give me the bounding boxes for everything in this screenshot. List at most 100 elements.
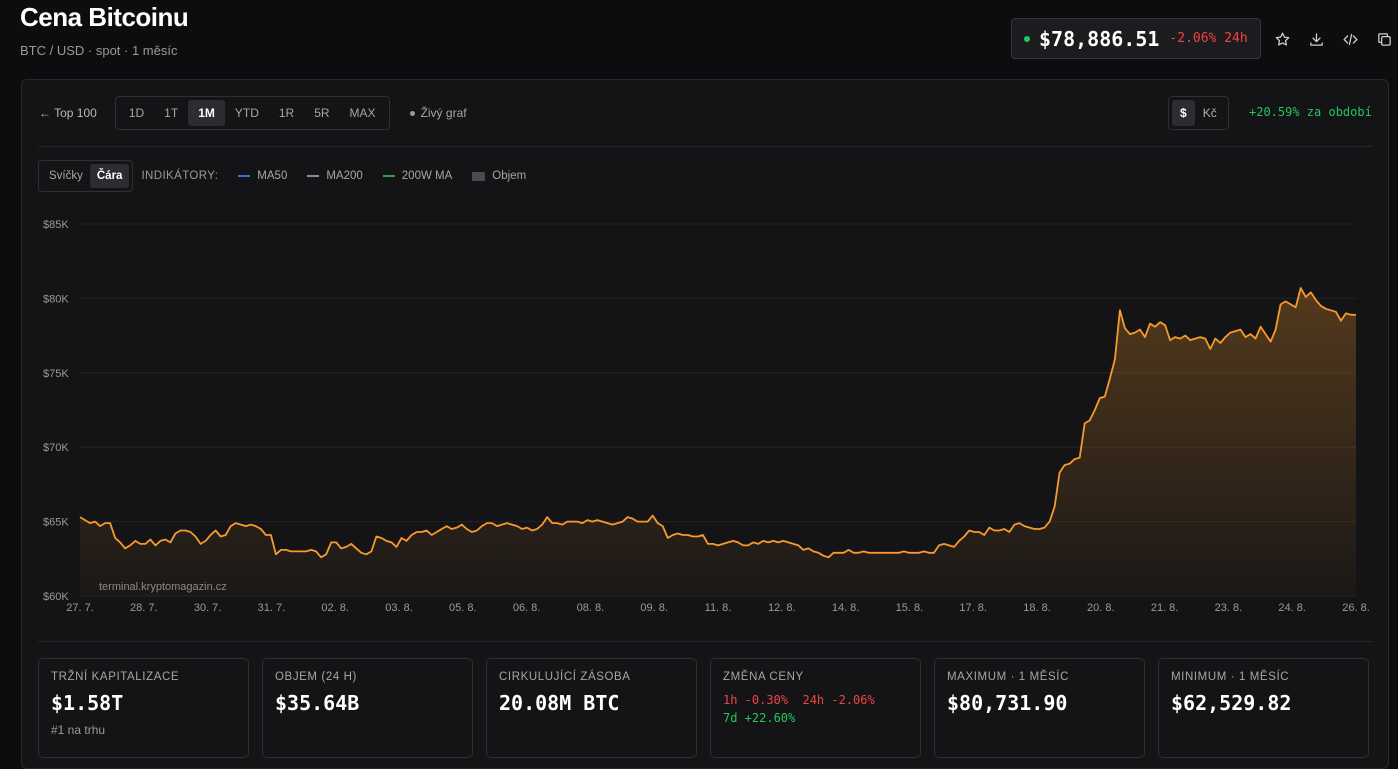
x-tick-label: 31. 7.: [258, 602, 286, 614]
stat-value: $80,731.90: [947, 691, 1068, 715]
range-option-active[interactable]: 1M: [188, 100, 225, 126]
range-option[interactable]: MAX: [340, 100, 386, 126]
embed-code-icon[interactable]: [1339, 28, 1361, 50]
stat-label: TRŽNÍ KAPITALIZACE: [51, 671, 180, 683]
indicator-label: Objem: [492, 170, 527, 182]
live-dot-icon: [409, 110, 415, 116]
x-tick-label: 05. 8.: [449, 602, 477, 614]
indicator-volume[interactable]: Objem: [472, 170, 526, 182]
indicator-label: 200W MA: [401, 170, 453, 182]
200w-ma-swatch: [382, 175, 395, 177]
indicator-ma200[interactable]: MA200: [307, 170, 363, 182]
chart-type-toolbar: Svíčky Čára INDIKÁTORY: MA50 MA200 200W …: [38, 160, 526, 192]
price-chart[interactable]: $60K$65K$70K$75K$80K$85K 27. 7. 28. 7. 30.…: [22, 202, 1388, 617]
x-tick-label: 11. 8.: [705, 602, 732, 614]
ma50-swatch: [238, 175, 251, 177]
indicators-label: INDIKÁTORY:: [141, 170, 219, 182]
x-tick-label: 28. 7.: [130, 602, 158, 614]
chart-watermark: terminal.kryptomagazin.cz: [99, 581, 227, 593]
x-tick-label: 03. 8.: [385, 602, 413, 614]
stats-row: TRŽNÍ KAPITALIZACE $1.58T #1 na trhu OBJ…: [38, 658, 1369, 758]
chart-type-selector: Svíčky Čára: [38, 160, 134, 192]
x-tick-label: 21. 8.: [1151, 602, 1179, 614]
period-change: +20.59% za období: [1249, 105, 1372, 119]
x-tick-label: 23. 8.: [1215, 602, 1243, 614]
change-24h: 24h -2.06%: [802, 693, 875, 707]
y-tick-label: $65K: [43, 517, 69, 529]
header-actions: [1271, 28, 1395, 50]
ma200-swatch: [307, 175, 320, 177]
x-tick-label: 08. 8.: [577, 602, 605, 614]
change-row: 1h -0.30% 24h -2.06% 7d +22.60%: [723, 691, 908, 727]
x-tick-label: 02. 8.: [321, 602, 349, 614]
stat-value: $1.58T: [51, 691, 124, 715]
live-graph-label: Živý graf: [420, 106, 467, 120]
range-option[interactable]: 1D: [119, 100, 154, 126]
x-tick-label: 26. 8.: [1342, 602, 1370, 614]
live-indicator-dot: [1024, 35, 1030, 42]
time-range-selector: 1D 1T 1M YTD 1R 5R MAX: [114, 96, 390, 130]
x-tick-label: 17. 8.: [959, 602, 987, 614]
y-tick-label: $70K: [43, 442, 69, 454]
change-1h: 1h -0.30%: [723, 693, 789, 707]
volume-swatch: [472, 171, 486, 181]
x-tick-label: 20. 8.: [1087, 602, 1115, 614]
stat-volume-24h: OBJEM (24 H) $35.64B: [262, 658, 473, 758]
range-option[interactable]: 5R: [304, 100, 339, 126]
indicator-label: MA200: [326, 170, 363, 182]
currency-usd[interactable]: $: [1172, 100, 1195, 126]
change-7d: 7d +22.60%: [723, 711, 796, 725]
back-to-top100-link[interactable]: ← Top 100: [39, 106, 97, 120]
live-graph-toggle[interactable]: Živý graf: [409, 106, 467, 120]
stat-value: $62,529.82: [1171, 691, 1292, 715]
price-area: [80, 288, 1356, 596]
x-tick-label: 14. 8.: [832, 602, 860, 614]
stat-subtext: #1 na trhu: [51, 723, 106, 737]
stat-value: 20.08M BTC: [499, 691, 620, 715]
divider: [38, 641, 1372, 642]
page-subtitle: BTC / USD · spot · 1 měsíc: [20, 43, 178, 58]
live-price-box: $78,886.51 -2.06% 24h: [1011, 18, 1261, 59]
page-title: Cena Bitcoinu: [20, 2, 189, 32]
range-toolbar: ← Top 100 1D 1T 1M YTD 1R 5R MAX Živý gr…: [39, 96, 467, 130]
currency-czk[interactable]: Kč: [1195, 100, 1225, 126]
chart-type-candles[interactable]: Svíčky: [42, 164, 90, 188]
divider: [38, 146, 1372, 147]
x-tick-label: 24. 8.: [1278, 602, 1306, 614]
copy-icon[interactable]: [1373, 28, 1395, 50]
chart-type-line[interactable]: Čára: [89, 164, 130, 188]
stat-label: MAXIMUM · 1 MĚSÍC: [947, 671, 1070, 683]
stat-min-1m: MINIMUM · 1 MĚSÍC $62,529.82: [1158, 658, 1369, 758]
x-tick-label: 06. 8.: [513, 602, 541, 614]
stat-max-1m: MAXIMUM · 1 MĚSÍC $80,731.90: [934, 658, 1145, 758]
stat-value: $35.64B: [275, 691, 360, 715]
currency-selector: $ Kč: [1168, 96, 1229, 130]
x-tick-label: 15. 8.: [896, 602, 924, 614]
stat-label: ZMĚNA CENY: [723, 671, 804, 683]
current-price: $78,886.51: [1039, 26, 1160, 51]
range-option[interactable]: 1T: [154, 100, 188, 126]
stat-label: MINIMUM · 1 MĚSÍC: [1171, 671, 1290, 683]
indicator-label: MA50: [257, 170, 288, 182]
star-icon[interactable]: [1271, 28, 1293, 50]
x-tick-label: 18. 8.: [1023, 602, 1051, 614]
stat-circulating-supply: CIRKULUJÍCÍ ZÁSOBA 20.08M BTC: [486, 658, 697, 758]
stat-label: CIRKULUJÍCÍ ZÁSOBA: [499, 671, 631, 683]
indicator-ma50[interactable]: MA50: [238, 170, 287, 182]
chart-panel: ← Top 100 1D 1T 1M YTD 1R 5R MAX Živý gr…: [21, 79, 1389, 769]
download-icon[interactable]: [1305, 28, 1327, 50]
y-tick-label: $75K: [43, 368, 69, 380]
x-tick-label: 27. 7.: [66, 602, 94, 614]
x-tick-label: 09. 8.: [640, 602, 668, 614]
indicator-200w-ma[interactable]: 200W MA: [382, 170, 453, 182]
stat-label: OBJEM (24 H): [275, 671, 357, 683]
range-option[interactable]: YTD: [225, 100, 269, 126]
page-header: Cena Bitcoinu BTC / USD · spot · 1 měsíc: [20, 0, 189, 58]
x-tick-label: 30. 7.: [194, 602, 222, 614]
stat-market-cap: TRŽNÍ KAPITALIZACE $1.58T #1 na trhu: [38, 658, 249, 758]
x-tick-label: 12. 8.: [768, 602, 796, 614]
price-change-24h: -2.06% 24h: [1169, 31, 1248, 46]
range-option[interactable]: 1R: [269, 100, 304, 126]
y-tick-label: $85K: [43, 219, 69, 231]
y-tick-label: $80K: [43, 293, 69, 305]
